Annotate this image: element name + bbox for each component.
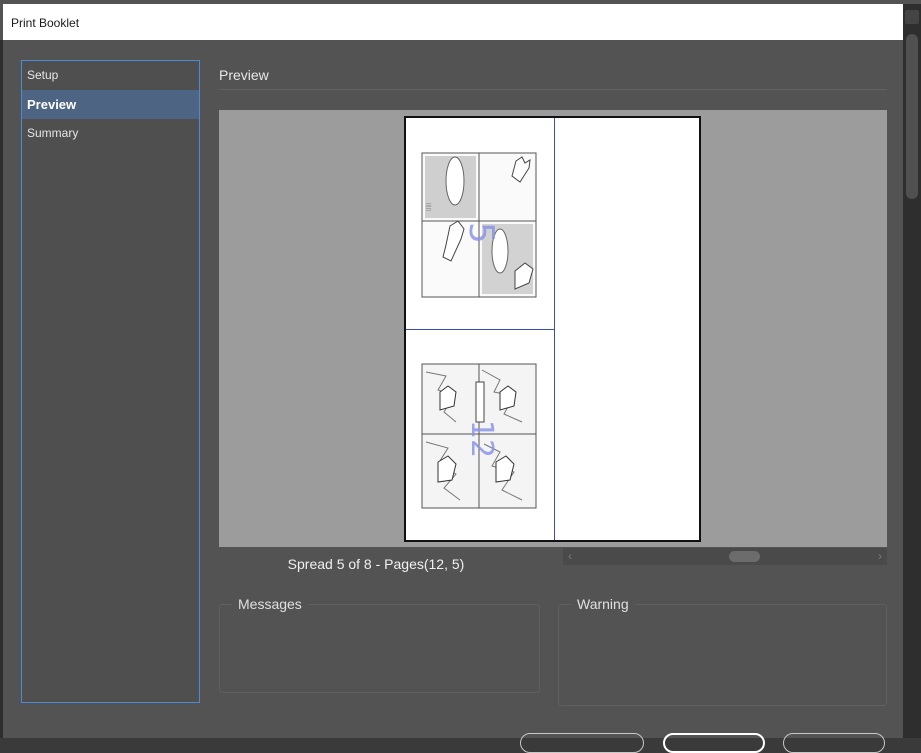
page-divider xyxy=(406,329,555,330)
printer-sheet: ||||| 5 12 xyxy=(404,116,701,542)
scroll-left-icon[interactable]: ‹ xyxy=(563,548,577,565)
warning-panel: Warning xyxy=(558,596,887,706)
messages-label: Messages xyxy=(232,596,308,612)
scroll-right-icon[interactable]: › xyxy=(873,548,887,565)
page-number-top: 5 xyxy=(468,222,498,244)
preview-scrollbar[interactable]: ‹ › xyxy=(563,548,887,565)
dialog-scrollbar-thumb[interactable] xyxy=(906,34,918,199)
window-title: Print Booklet xyxy=(3,4,907,40)
print-button[interactable] xyxy=(663,733,765,753)
messages-panel: Messages xyxy=(219,596,540,693)
sidebar-item-preview[interactable]: Preview xyxy=(22,90,199,119)
window-left-edge xyxy=(0,40,3,738)
page-number-overlay-bottom: 12 xyxy=(464,420,499,458)
title-divider xyxy=(219,89,887,90)
warning-label: Warning xyxy=(571,596,635,612)
sidebar-nav: Setup Preview Summary xyxy=(21,60,200,703)
preview-scrollbar-thumb[interactable] xyxy=(729,551,760,562)
sidebar-item-summary[interactable]: Summary xyxy=(22,119,199,148)
dialog-scrollbar[interactable] xyxy=(903,4,921,738)
print-settings-button[interactable] xyxy=(520,733,644,753)
booklet-preview-area: ||||| 5 12 xyxy=(219,110,887,547)
spread-label: Spread 5 of 8 - Pages(12, 5) xyxy=(287,556,465,572)
section-title: Preview xyxy=(219,67,269,83)
cancel-button[interactable] xyxy=(783,733,885,753)
print-booklet-dialog: Print Booklet Setup Preview Summary Prev… xyxy=(0,0,921,753)
sidebar-item-setup[interactable]: Setup xyxy=(22,61,199,90)
scroll-handle-icon[interactable] xyxy=(905,10,919,24)
page-number-overlay-top: 5 xyxy=(468,222,498,244)
svg-text:|||||: ||||| xyxy=(426,202,432,211)
page-number-bottom: 12 xyxy=(464,420,499,458)
